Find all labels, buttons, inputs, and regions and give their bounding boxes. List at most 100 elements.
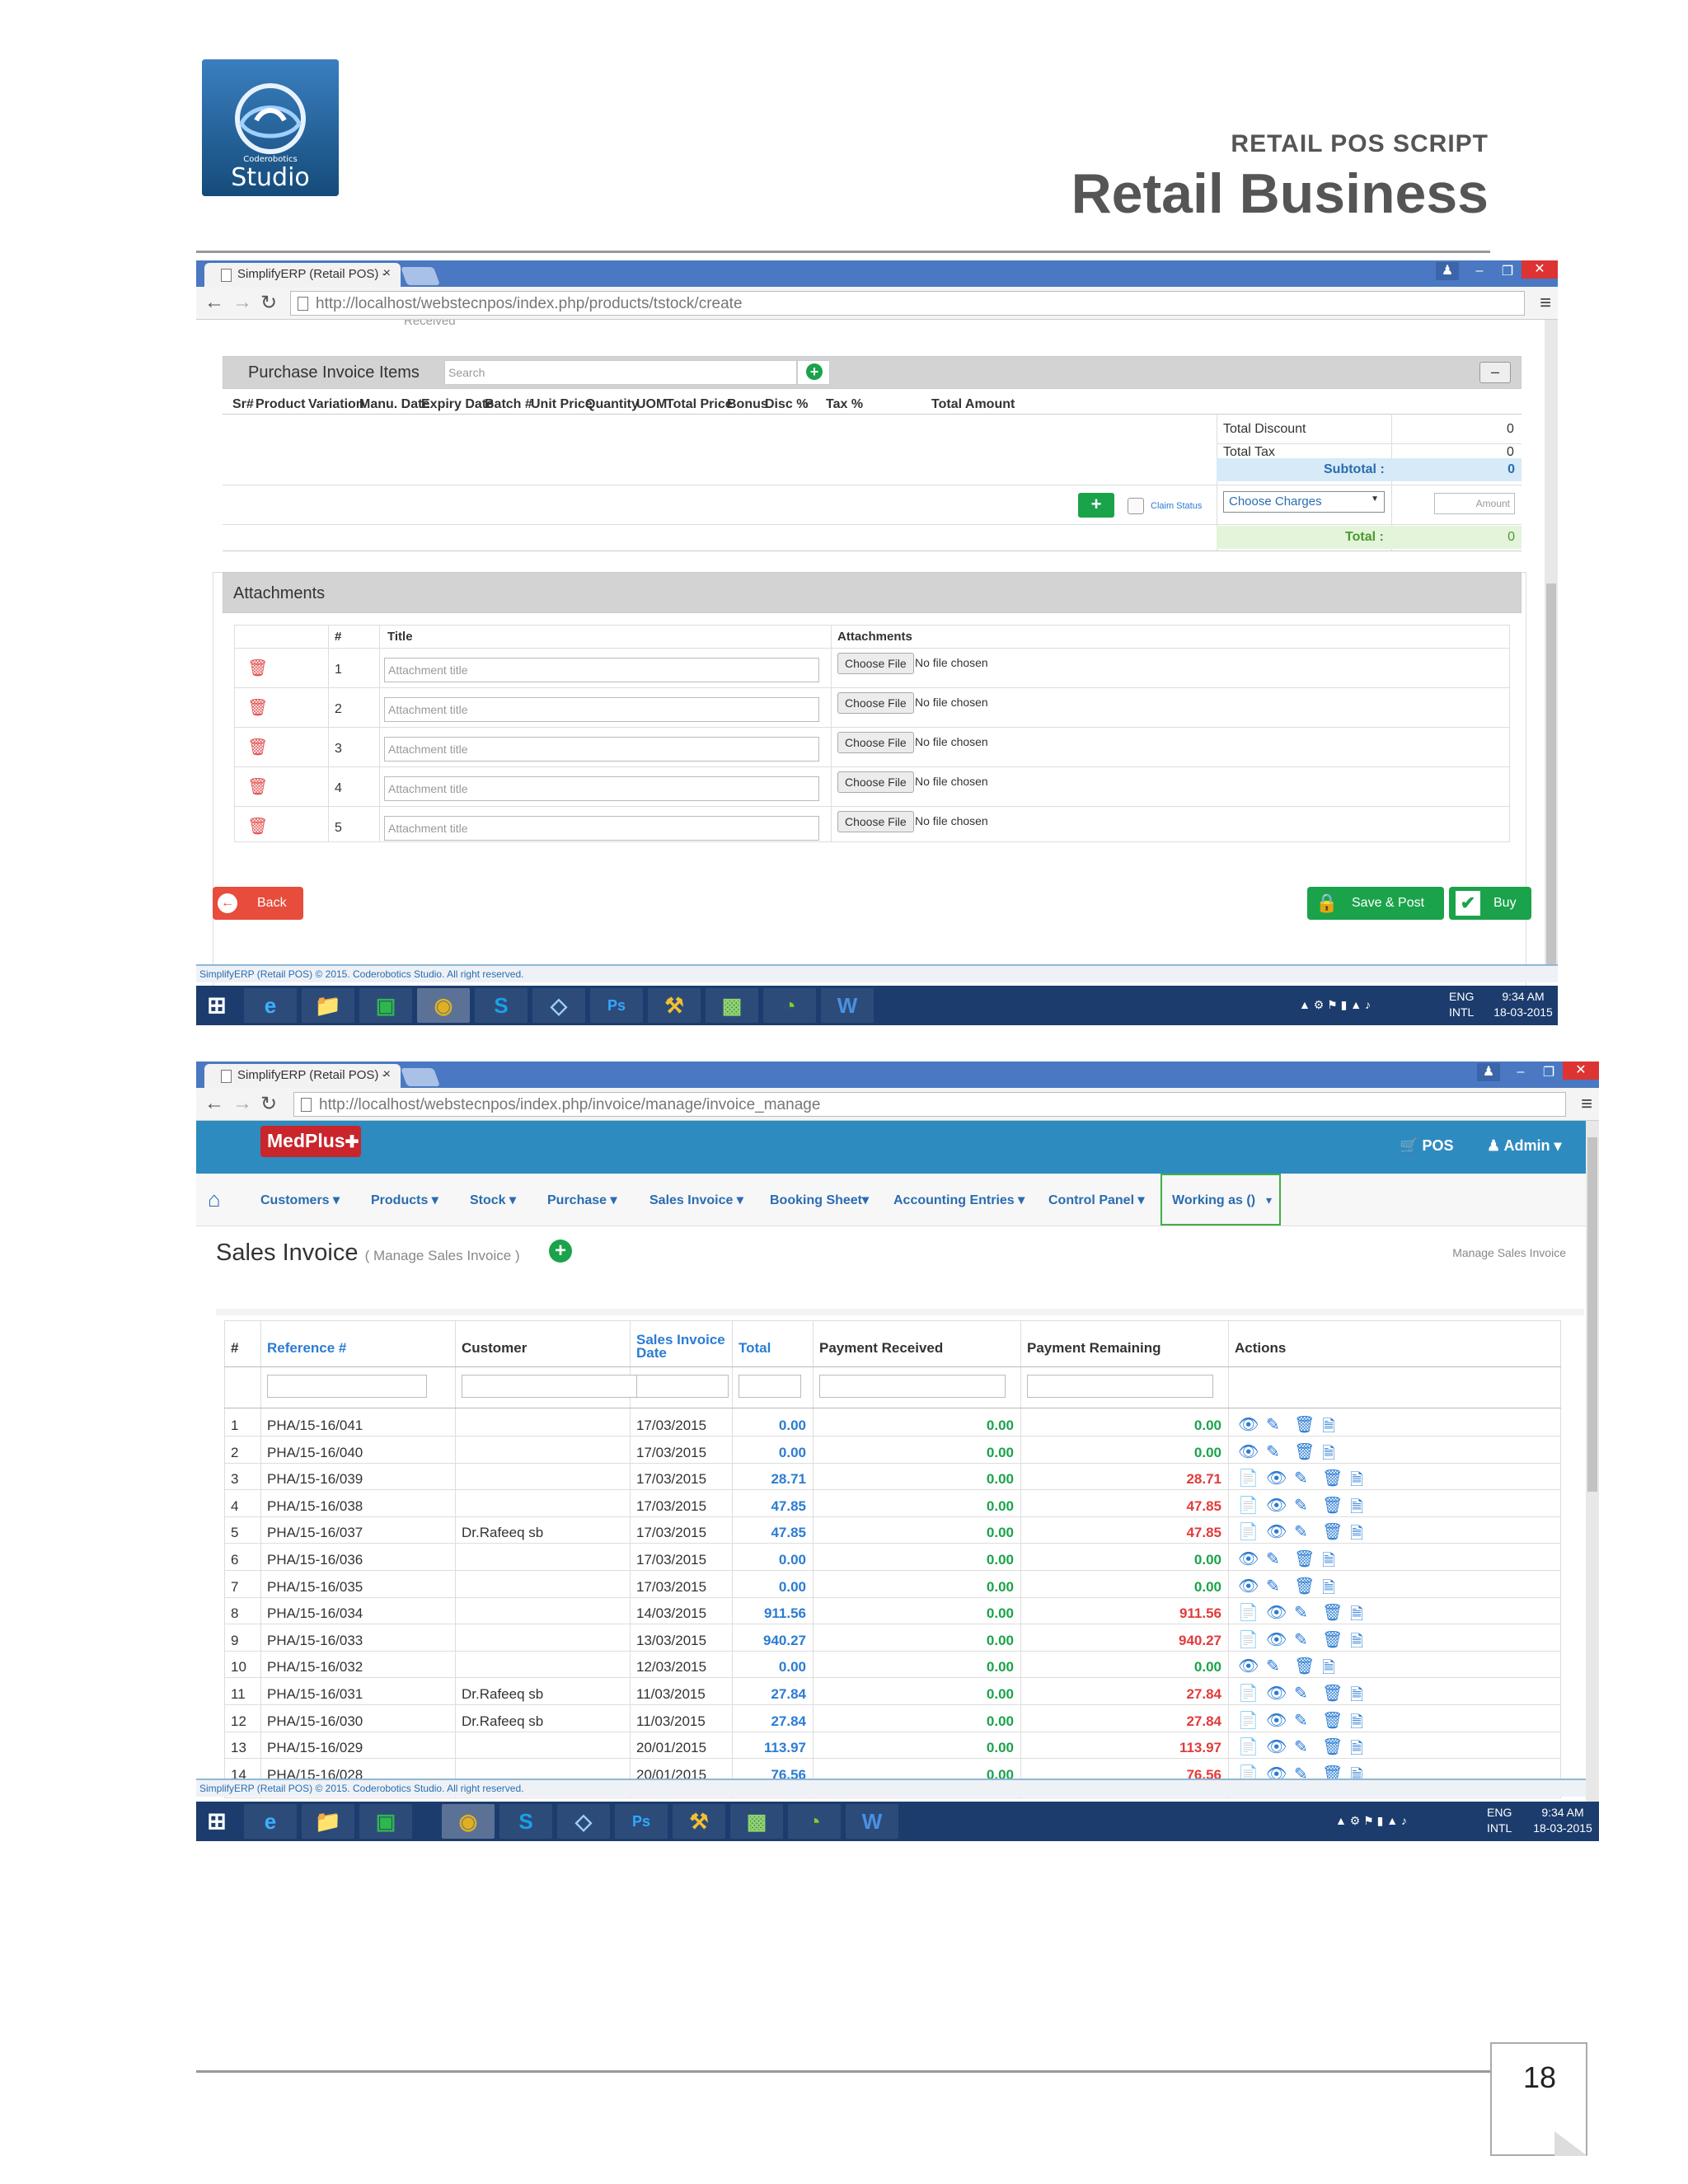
choose-file-button[interactable]: Choose File — [837, 692, 914, 714]
add-item-button[interactable]: + — [797, 360, 830, 385]
word-icon[interactable]: W — [821, 988, 874, 1023]
view-icon[interactable]: 👁 — [1266, 1629, 1287, 1650]
windows-start-icon[interactable]: ⊞ — [196, 988, 237, 1023]
tray-icons[interactable]: ▲ ⚙ ⚑ ▮ ▲ ♪ — [1299, 997, 1371, 1013]
edit-icon[interactable]: ✎ — [1266, 1414, 1280, 1435]
view-icon[interactable]: 👁 — [1266, 1602, 1287, 1623]
store-icon[interactable]: ▣ — [359, 1804, 412, 1839]
pdf-icon[interactable]: 🗎 — [1350, 1710, 1363, 1738]
delete-icon[interactable]: 🗑 — [1322, 1683, 1343, 1704]
edit-icon[interactable]: ✎ — [1294, 1521, 1308, 1542]
breadcrumb[interactable]: Manage Sales Invoice — [1452, 1246, 1566, 1259]
restore-icon[interactable]: ❐ — [1495, 263, 1520, 281]
receipt-icon[interactable]: 📄 — [1238, 1521, 1259, 1542]
pdf-icon[interactable]: 🗎 — [1350, 1629, 1363, 1657]
tray-clock[interactable]: 9:34 AM 18-03-2015 — [1490, 989, 1556, 1020]
scrollbar[interactable] — [1586, 1121, 1599, 1808]
windows-start-icon[interactable]: ⊞ — [196, 1804, 237, 1839]
pdf-icon[interactable]: 🗎 — [1350, 1468, 1363, 1496]
invoice-col-4[interactable]: Total — [738, 1340, 771, 1357]
claim-status-checkbox[interactable] — [1128, 498, 1144, 514]
buy-button[interactable]: ✔ Buy — [1449, 887, 1531, 920]
edit-icon[interactable]: ✎ — [1266, 1576, 1280, 1596]
choose-file-button[interactable]: Choose File — [837, 732, 914, 753]
filter-input-4[interactable] — [738, 1375, 801, 1398]
admin-menu[interactable]: ♟ Admin ▾ — [1487, 1137, 1562, 1155]
app-icon[interactable]: ◇ — [532, 988, 585, 1023]
scrollbar-thumb[interactable] — [1546, 583, 1556, 971]
attachment-title-input[interactable]: Attachment title — [384, 658, 819, 682]
attachment-title-input[interactable]: Attachment title — [384, 697, 819, 722]
choose-file-button[interactable]: Choose File — [837, 653, 914, 674]
tools-icon[interactable]: ⚒ — [648, 988, 701, 1023]
ie-icon[interactable]: e — [244, 988, 297, 1023]
pdf-icon[interactable]: 🗎 — [1322, 1656, 1335, 1684]
items-search-input[interactable]: Search — [444, 360, 797, 385]
collapse-button[interactable]: – — [1479, 362, 1511, 383]
delete-icon[interactable]: 🗑 — [1322, 1736, 1343, 1757]
pdf-icon[interactable]: 🗎 — [1322, 1549, 1335, 1577]
new-tab-button[interactable] — [400, 1068, 441, 1086]
word-icon[interactable]: W — [846, 1804, 898, 1839]
menu-control-panel[interactable]: Control Panel ▾ — [1048, 1192, 1145, 1208]
delete-icon[interactable]: 🗑 — [1322, 1521, 1343, 1542]
user-icon[interactable]: ♟ — [1436, 262, 1459, 280]
delete-icon[interactable]: 🗑 — [1322, 1602, 1343, 1623]
new-tab-button[interactable] — [400, 267, 441, 285]
add-charge-button[interactable]: + — [1078, 493, 1114, 518]
trash-icon[interactable]: 🗑 — [247, 697, 268, 718]
add-invoice-button[interactable]: + — [549, 1240, 572, 1263]
delete-icon[interactable]: 🗑 — [1322, 1710, 1343, 1731]
browser-menu-icon[interactable]: ≡ — [1540, 292, 1551, 315]
menu-working-as[interactable]: Working as () ▾ — [1160, 1174, 1281, 1226]
pdf-icon[interactable]: 🗎 — [1322, 1441, 1335, 1469]
browser-menu-icon[interactable]: ≡ — [1581, 1093, 1592, 1116]
trash-icon[interactable]: 🗑 — [247, 816, 268, 837]
pdf-icon[interactable]: 🗎 — [1350, 1602, 1363, 1630]
browser-tab[interactable]: SimplifyERP (Retail POS) - × — [204, 263, 401, 287]
trash-icon[interactable]: 🗑 — [247, 776, 268, 797]
folder-icon[interactable]: 📁 — [302, 988, 354, 1023]
pos-link[interactable]: 🛒 POS — [1400, 1137, 1453, 1155]
edit-icon[interactable]: ✎ — [1294, 1468, 1308, 1488]
receipt-icon[interactable]: 📄 — [1238, 1683, 1259, 1704]
filter-input-3[interactable] — [636, 1375, 729, 1398]
pdf-icon[interactable]: 🗎 — [1322, 1414, 1335, 1442]
receipt-icon[interactable]: 📄 — [1238, 1629, 1259, 1650]
tray-language[interactable]: ENG INTL — [1487, 1805, 1512, 1836]
menu-customers[interactable]: Customers ▾ — [260, 1192, 340, 1208]
save-post-button[interactable]: 🔒 Save & Post — [1307, 887, 1444, 920]
filter-input-1[interactable] — [267, 1375, 427, 1398]
menu-booking-sheet[interactable]: Booking Sheet▾ — [770, 1192, 869, 1208]
receipt-icon[interactable]: 📄 — [1238, 1710, 1259, 1731]
view-icon[interactable]: 👁 — [1266, 1683, 1287, 1704]
receipt-icon[interactable]: 📄 — [1238, 1495, 1259, 1516]
tray-icons[interactable]: ▲ ⚙ ⚑ ▮ ▲ ♪ — [1335, 1813, 1407, 1829]
pdf-icon[interactable]: 🗎 — [1350, 1683, 1363, 1711]
delete-icon[interactable]: 🗑 — [1322, 1629, 1343, 1650]
app-green-icon[interactable]: ◔ — [788, 1804, 841, 1839]
tab-close-icon[interactable]: × — [383, 266, 391, 281]
close-window-icon[interactable]: ✕ — [1522, 260, 1558, 279]
pdf-icon[interactable]: 🗎 — [1322, 1576, 1335, 1604]
receipt-icon[interactable]: 📄 — [1238, 1468, 1259, 1488]
menu-sales-invoice[interactable]: Sales Invoice ▾ — [649, 1192, 743, 1208]
close-window-icon[interactable]: ✕ — [1563, 1062, 1599, 1080]
chrome-icon[interactable]: ◉ — [417, 988, 470, 1023]
edit-icon[interactable]: ✎ — [1294, 1495, 1308, 1516]
invoice-col-1[interactable]: Reference # — [267, 1340, 346, 1357]
pdf-icon[interactable]: 🗎 — [1350, 1521, 1363, 1549]
restore-icon[interactable]: ❐ — [1536, 1064, 1561, 1082]
filter-input-6[interactable] — [1027, 1375, 1213, 1398]
menu-products[interactable]: Products ▾ — [371, 1192, 438, 1208]
amount-input[interactable]: Amount — [1434, 493, 1515, 514]
view-icon[interactable]: 👁 — [1266, 1521, 1287, 1542]
store-icon[interactable]: ▣ — [359, 988, 412, 1023]
app-icon[interactable]: ◇ — [557, 1804, 610, 1839]
skype-icon[interactable]: S — [475, 988, 528, 1023]
photoshop-icon[interactable]: Ps — [615, 1804, 668, 1839]
scrollbar-thumb[interactable] — [1587, 1137, 1597, 1492]
tools-icon[interactable]: ⚒ — [673, 1804, 725, 1839]
view-icon[interactable]: 👁 — [1266, 1495, 1287, 1516]
trash-icon[interactable]: 🗑 — [247, 658, 268, 678]
